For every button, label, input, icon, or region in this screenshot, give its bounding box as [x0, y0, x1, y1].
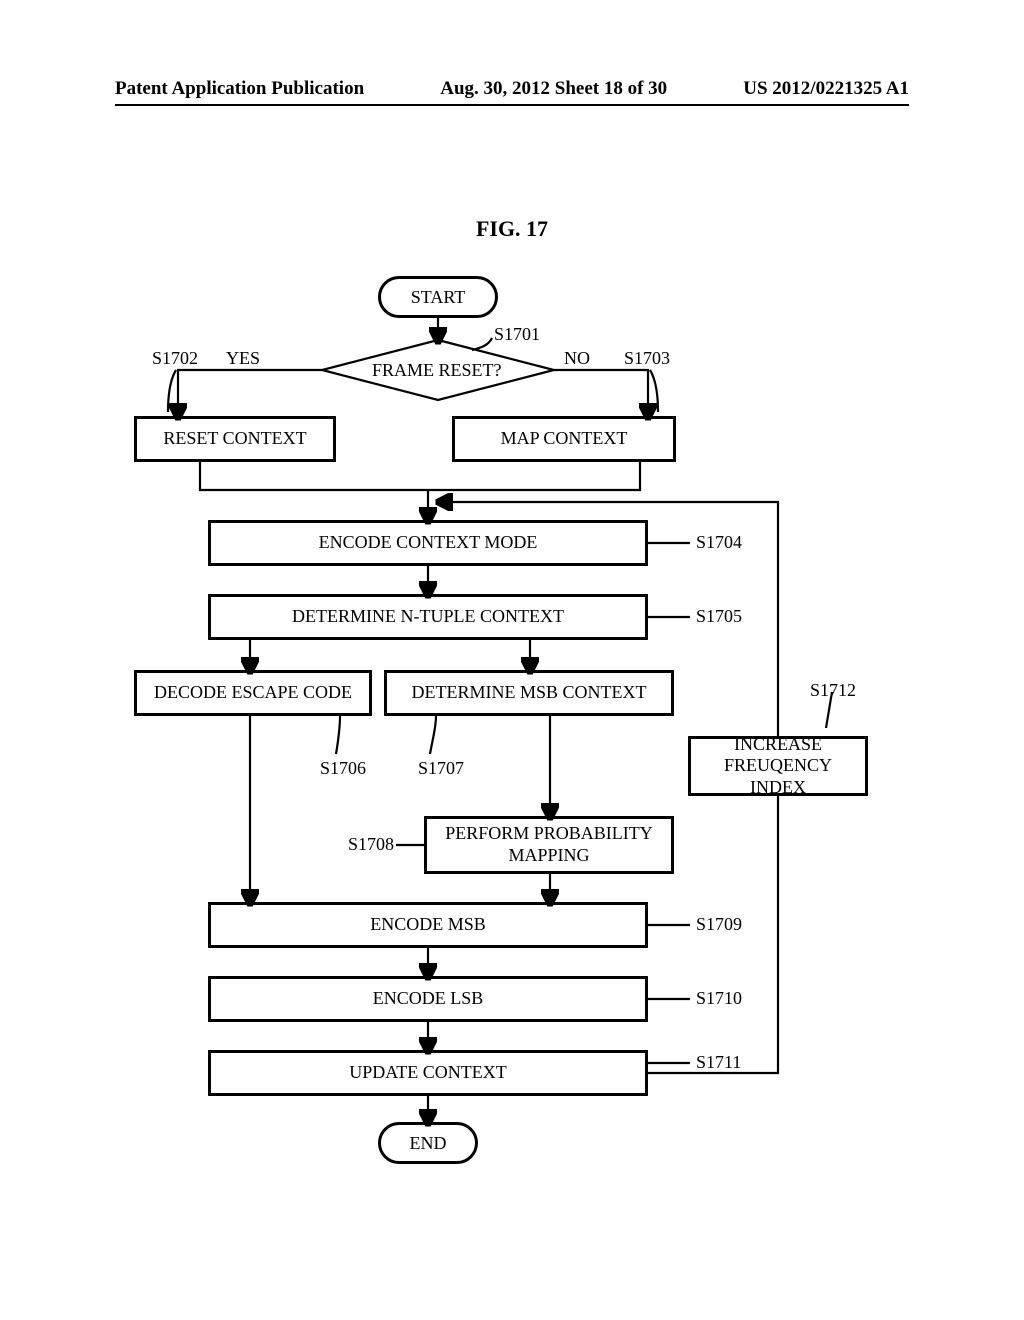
- node-start: START: [378, 276, 498, 318]
- node-increase-freq: INCREASE FREUQENCY INDEX: [688, 736, 868, 796]
- node-end: END: [378, 1122, 478, 1164]
- header-center: Aug. 30, 2012 Sheet 18 of 30: [440, 78, 667, 100]
- page-header: Patent Application Publication Aug. 30, …: [0, 78, 1024, 100]
- node-determine-ntuple: DETERMINE N-TUPLE CONTEXT: [208, 594, 648, 640]
- node-determine-msb-context: DETERMINE MSB CONTEXT: [384, 670, 674, 716]
- flow-connectors: [0, 0, 1024, 1320]
- step-s1712: S1712: [810, 680, 856, 701]
- step-s1707: S1707: [418, 758, 464, 779]
- header-right: US 2012/0221325 A1: [743, 78, 909, 100]
- label-yes: YES: [226, 348, 260, 369]
- node-map-context: MAP CONTEXT: [452, 416, 676, 462]
- step-s1706: S1706: [320, 758, 366, 779]
- node-encode-msb: ENCODE MSB: [208, 902, 648, 948]
- step-s1704: S1704: [696, 532, 742, 553]
- step-s1705: S1705: [696, 606, 742, 627]
- step-s1701: S1701: [494, 324, 540, 345]
- node-decision-label: FRAME RESET?: [372, 360, 502, 381]
- node-encode-lsb: ENCODE LSB: [208, 976, 648, 1022]
- node-update-context: UPDATE CONTEXT: [208, 1050, 648, 1096]
- step-s1708: S1708: [348, 834, 394, 855]
- step-s1703: S1703: [624, 348, 670, 369]
- step-s1709: S1709: [696, 914, 742, 935]
- node-decode-escape: DECODE ESCAPE CODE: [134, 670, 372, 716]
- node-reset-context: RESET CONTEXT: [134, 416, 336, 462]
- header-rule: [115, 104, 909, 106]
- label-no: NO: [564, 348, 590, 369]
- header-left: Patent Application Publication: [115, 78, 364, 100]
- node-encode-context-mode: ENCODE CONTEXT MODE: [208, 520, 648, 566]
- figure-title: FIG. 17: [0, 216, 1024, 242]
- step-s1710: S1710: [696, 988, 742, 1009]
- step-s1711: S1711: [696, 1052, 741, 1073]
- page: Patent Application Publication Aug. 30, …: [0, 0, 1024, 1320]
- node-perform-prob-mapping: PERFORM PROBABILITY MAPPING: [424, 816, 674, 874]
- step-s1702: S1702: [152, 348, 198, 369]
